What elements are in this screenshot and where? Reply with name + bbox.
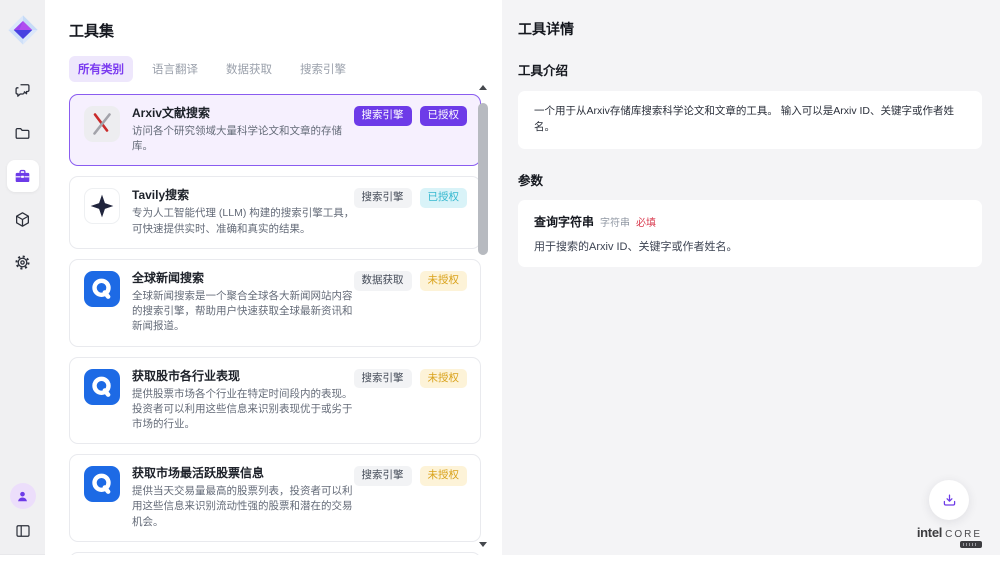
auth-status-badge: 未授权 [420, 466, 468, 486]
param-name: 查询字符串 [534, 213, 594, 230]
app-root: 工具集 所有类别语言翻译数据获取搜索引擎 Arxiv文献搜索 访问各个研究领域大… [0, 0, 1000, 555]
tool-description: 提供当天交易量最高的股票列表，投资者可以利用这些信息来识别流动性强的股票和潜在的… [132, 484, 360, 530]
tool-detail-panel: 工具详情 工具介绍 一个用于从Arxiv存储库搜索科学论文和文章的工具。 输入可… [502, 0, 1000, 555]
category-badge: 搜索引擎 [354, 466, 412, 486]
q-logo-icon [84, 466, 120, 502]
tool-card-5[interactable]: 获取市场最活跃股票信息 提供当天交易量最高的股票列表，投资者可以利用这些信息来识… [69, 454, 481, 542]
arxiv-logo-icon [84, 106, 120, 142]
tool-description: 访问各个研究领域大量科学论文和文章的存储库。 [132, 124, 360, 154]
tool-name: 全球新闻搜索 [132, 271, 360, 286]
sidebar [0, 0, 45, 554]
app-logo-icon [5, 12, 41, 48]
sidebar-bottom [7, 483, 39, 544]
param-description: 用于搜索的Arxiv ID、关键字或作者姓名。 [534, 238, 966, 254]
page-title: 工具集 [69, 20, 502, 41]
cube-icon[interactable] [7, 203, 39, 235]
intel-core-text: core [945, 529, 982, 540]
tavily-star-icon [84, 188, 120, 224]
floating-actions: intel core [917, 480, 982, 548]
category-tabs: 所有类别语言翻译数据获取搜索引擎 [69, 56, 502, 82]
settings-gear-icon[interactable] [7, 246, 39, 278]
tab-4[interactable]: 搜索引擎 [291, 56, 355, 82]
category-badge: 搜索引擎 [354, 106, 412, 126]
category-badge: 搜索引擎 [354, 188, 412, 208]
tools-panel: 工具集 所有类别语言翻译数据获取搜索引擎 Arxiv文献搜索 访问各个研究领域大… [45, 0, 502, 555]
auth-status-badge: 已授权 [420, 106, 468, 126]
params-heading: 参数 [518, 170, 982, 189]
auth-status-badge: 未授权 [420, 271, 468, 291]
tool-card-4[interactable]: 获取股市各行业表现 提供股票市场各个行业在特定时间段内的表现。投资者可以利用这些… [69, 357, 481, 445]
tool-list: Arxiv文献搜索 访问各个研究领域大量科学论文和文章的存储库。 搜索引擎 已授… [69, 94, 481, 555]
auth-status-badge: 已授权 [420, 188, 468, 208]
param-type: 字符串 [600, 214, 630, 229]
folder-icon[interactable] [7, 117, 39, 149]
scrollbar-thumb[interactable] [478, 103, 488, 255]
category-badge: 数据获取 [354, 271, 412, 291]
intel-core-logo: intel core [917, 525, 982, 548]
param-required-flag: 必填 [636, 214, 656, 229]
tool-intro-text: 一个用于从Arxiv存储库搜索科学论文和文章的工具。 输入可以是Arxiv ID… [518, 91, 982, 149]
tool-name: 获取市场最活跃股票信息 [132, 466, 360, 481]
q-logo-icon [84, 271, 120, 307]
sidebar-nav [7, 74, 39, 278]
tool-name: Arxiv文献搜索 [132, 106, 360, 121]
tool-card-1[interactable]: Arxiv文献搜索 访问各个研究领域大量科学论文和文章的存储库。 搜索引擎 已授… [69, 94, 481, 166]
scroll-down-icon[interactable] [479, 542, 487, 547]
download-button[interactable] [929, 480, 969, 520]
tool-card-2[interactable]: Tavily搜索 专为人工智能代理 (LLM) 构建的搜索引擎工具，可快速提供实… [69, 176, 481, 248]
user-avatar[interactable] [10, 483, 36, 509]
chat-icon[interactable] [7, 74, 39, 106]
tool-description: 提供股票市场各个行业在特定时间段内的表现。投资者可以利用这些信息来识别表现优于或… [132, 387, 360, 433]
toolbox-icon[interactable] [7, 160, 39, 192]
tool-name: 获取股市各行业表现 [132, 369, 360, 384]
detail-title: 工具详情 [518, 19, 982, 39]
auth-status-badge: 未授权 [420, 369, 468, 389]
intel-ultra-badge-icon [960, 541, 982, 548]
tab-1[interactable]: 所有类别 [69, 56, 133, 82]
download-icon [941, 492, 958, 509]
panel-toggle-icon[interactable] [7, 518, 39, 544]
tool-description: 专为人工智能代理 (LLM) 构建的搜索引擎工具，可快速提供实时、准确和真实的结… [132, 206, 360, 236]
parameter-card: 查询字符串 字符串 必填 用于搜索的Arxiv ID、关键字或作者姓名。 [518, 200, 982, 267]
tool-card-6[interactable]: 万维地区新闻查询 查询具体行政区划内的新闻，快速了解各地新闻动 搜索引擎 未授权 [69, 552, 481, 555]
tab-3[interactable]: 数据获取 [217, 56, 281, 82]
scrollbar [478, 85, 488, 547]
tool-description: 全球新闻搜索是一个聚合全球各大新闻网站内容的搜索引擎，帮助用户快速获取全球最新资… [132, 289, 360, 335]
intro-heading: 工具介绍 [518, 60, 982, 79]
q-logo-icon [84, 369, 120, 405]
intel-brand-text: intel [917, 525, 942, 540]
category-badge: 搜索引擎 [354, 369, 412, 389]
tab-2[interactable]: 语言翻译 [143, 56, 207, 82]
tool-card-3[interactable]: 全球新闻搜索 全球新闻搜索是一个聚合全球各大新闻网站内容的搜索引擎，帮助用户快速… [69, 259, 481, 347]
tool-name: Tavily搜索 [132, 188, 360, 203]
scroll-up-icon[interactable] [479, 85, 487, 90]
